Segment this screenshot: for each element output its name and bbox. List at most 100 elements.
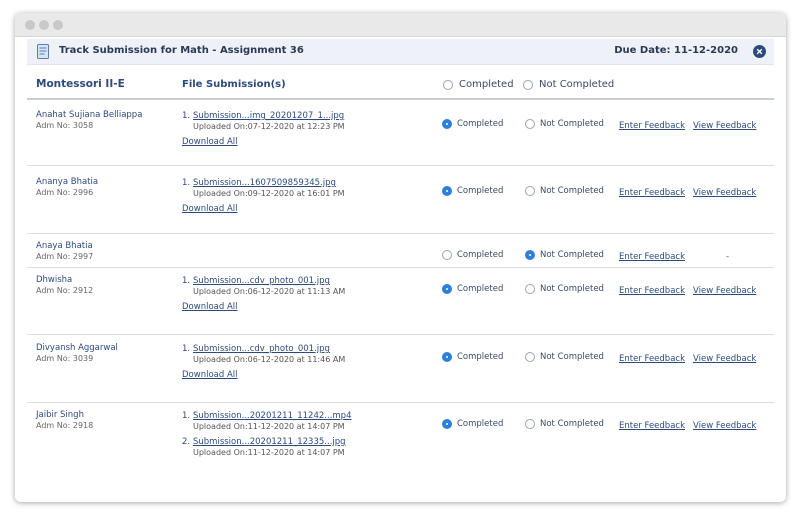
enter-feedback-link[interactable]: Enter Feedback <box>619 188 685 198</box>
upload-timestamp: Uploaded On:06-12-2020 at 11:46 AM <box>193 355 346 364</box>
file-link[interactable]: Submission...img_20201207_1...jpg <box>193 111 344 121</box>
radio-label: Completed <box>457 419 504 429</box>
app-window: Track Submission for Math - Assignment 3… <box>15 13 786 502</box>
file-number: 1. <box>182 111 191 121</box>
radio-circle <box>525 186 535 196</box>
enter-feedback-link[interactable]: Enter Feedback <box>619 421 685 431</box>
completed-radio[interactable]: Completed <box>442 419 503 429</box>
upload-timestamp: Uploaded On:09-12-2020 at 16:01 PM <box>193 189 345 198</box>
admission-number: Adm No: 2912 <box>36 286 94 295</box>
radio-label: Not Completed <box>540 352 604 362</box>
completed-radio[interactable]: Completed <box>442 284 503 294</box>
window-close-dot[interactable] <box>25 20 35 30</box>
class-name-heading: Montessori II-E <box>36 78 125 90</box>
enter-feedback-link[interactable]: Enter Feedback <box>619 354 685 364</box>
upload-timestamp: Uploaded On:11-12-2020 at 14:07 PM <box>193 448 345 457</box>
admission-number: Adm No: 2918 <box>36 421 94 430</box>
file-number: 1. <box>182 344 191 354</box>
radio-circle <box>442 284 452 294</box>
radio-circle <box>443 79 453 90</box>
radio-label: Not Completed <box>540 250 604 260</box>
radio-circle <box>525 352 535 362</box>
file-link[interactable]: Submission...20201211_12335...jpg <box>193 437 346 447</box>
radio-label: Completed <box>457 352 504 362</box>
row-divider <box>27 334 774 335</box>
enter-feedback-link[interactable]: Enter Feedback <box>619 252 685 262</box>
window-titlebar <box>15 13 786 37</box>
file-link[interactable]: Submission...1607509859345.jpg <box>193 178 336 188</box>
file-number: 2. <box>182 437 191 447</box>
no-feedback-placeholder: - <box>726 252 730 262</box>
enter-feedback-link[interactable]: Enter Feedback <box>619 121 685 131</box>
not-completed-radio[interactable]: Not Completed <box>525 352 604 362</box>
close-icon[interactable] <box>753 45 766 58</box>
file-link[interactable]: Submission...cdv_photo_001.jpg <box>193 276 330 286</box>
not-completed-radio[interactable]: Not Completed <box>525 119 604 129</box>
header-divider <box>27 98 774 100</box>
file-link[interactable]: Submission...cdv_photo_001.jpg <box>193 344 330 354</box>
radio-label: Completed <box>457 119 504 129</box>
radio-circle <box>442 419 452 429</box>
radio-label: Not Completed <box>540 284 604 294</box>
radio-label: Not Completed <box>539 79 615 90</box>
completed-radio[interactable]: Completed <box>442 352 503 362</box>
student-name: Dhwisha <box>36 275 73 285</box>
view-feedback-link[interactable]: View Feedback <box>693 421 756 431</box>
radio-label: Not Completed <box>540 119 604 129</box>
radio-circle <box>442 352 452 362</box>
radio-label: Not Completed <box>540 186 604 196</box>
file-link[interactable]: Submission...20201211_11242...mp4 <box>193 411 351 421</box>
radio-label: Completed <box>457 186 504 196</box>
admission-number: Adm No: 3039 <box>36 354 94 363</box>
file-submissions-heading: File Submission(s) <box>182 79 286 90</box>
assignment-header: Track Submission for Math - Assignment 3… <box>27 39 774 65</box>
file-number: 1. <box>182 276 191 286</box>
download-all-link[interactable]: Download All <box>182 370 238 380</box>
row-divider <box>27 402 774 403</box>
view-feedback-link[interactable]: View Feedback <box>693 354 756 364</box>
page-title: Track Submission for Math - Assignment 3… <box>59 45 304 56</box>
not-completed-radio[interactable]: Not Completed <box>525 419 604 429</box>
admission-number: Adm No: 3058 <box>36 121 94 130</box>
radio-circle <box>525 419 535 429</box>
view-feedback-link[interactable]: View Feedback <box>693 188 756 198</box>
student-name: Anahat Sujiana Belliappa <box>36 110 143 120</box>
radio-circle <box>525 284 535 294</box>
not-completed-radio[interactable]: Not Completed <box>525 284 604 294</box>
upload-timestamp: Uploaded On:07-12-2020 at 12:23 PM <box>193 122 345 131</box>
not-completed-radio[interactable]: Not Completed <box>525 186 604 196</box>
row-divider <box>27 267 774 268</box>
window-minimize-dot[interactable] <box>39 20 49 30</box>
completed-radio[interactable]: Completed <box>442 119 503 129</box>
window-zoom-dot[interactable] <box>53 20 63 30</box>
upload-timestamp: Uploaded On:06-12-2020 at 11:13 AM <box>193 287 346 296</box>
completed-radio[interactable]: Completed <box>442 186 503 196</box>
completed-radio[interactable]: Completed <box>442 250 503 260</box>
student-name: Anaya Bhatia <box>36 241 93 251</box>
upload-timestamp: Uploaded On:11-12-2020 at 14:07 PM <box>193 422 345 431</box>
view-feedback-link[interactable]: View Feedback <box>693 121 756 131</box>
admission-number: Adm No: 2996 <box>36 188 94 197</box>
student-name: Divyansh Aggarwal <box>36 343 118 353</box>
download-all-link[interactable]: Download All <box>182 302 238 312</box>
radio-label: Completed <box>457 250 504 260</box>
radio-circle <box>442 119 452 129</box>
row-divider <box>27 165 774 166</box>
radio-circle <box>523 79 533 90</box>
not-completed-radio[interactable]: Not Completed <box>525 250 604 260</box>
admission-number: Adm No: 2997 <box>36 252 94 261</box>
radio-label: Completed <box>457 284 504 294</box>
enter-feedback-link[interactable]: Enter Feedback <box>619 286 685 296</box>
download-all-link[interactable]: Download All <box>182 204 238 214</box>
radio-circle <box>442 186 452 196</box>
mark-all-completed-radio[interactable]: Completed <box>443 79 514 90</box>
radio-circle <box>442 250 452 260</box>
file-number: 1. <box>182 178 191 188</box>
row-divider <box>27 233 774 234</box>
radio-circle <box>525 250 535 260</box>
mark-all-not-completed-radio[interactable]: Not Completed <box>523 79 614 90</box>
radio-circle <box>525 119 535 129</box>
view-feedback-link[interactable]: View Feedback <box>693 286 756 296</box>
download-all-link[interactable]: Download All <box>182 137 238 147</box>
radio-label: Not Completed <box>540 419 604 429</box>
